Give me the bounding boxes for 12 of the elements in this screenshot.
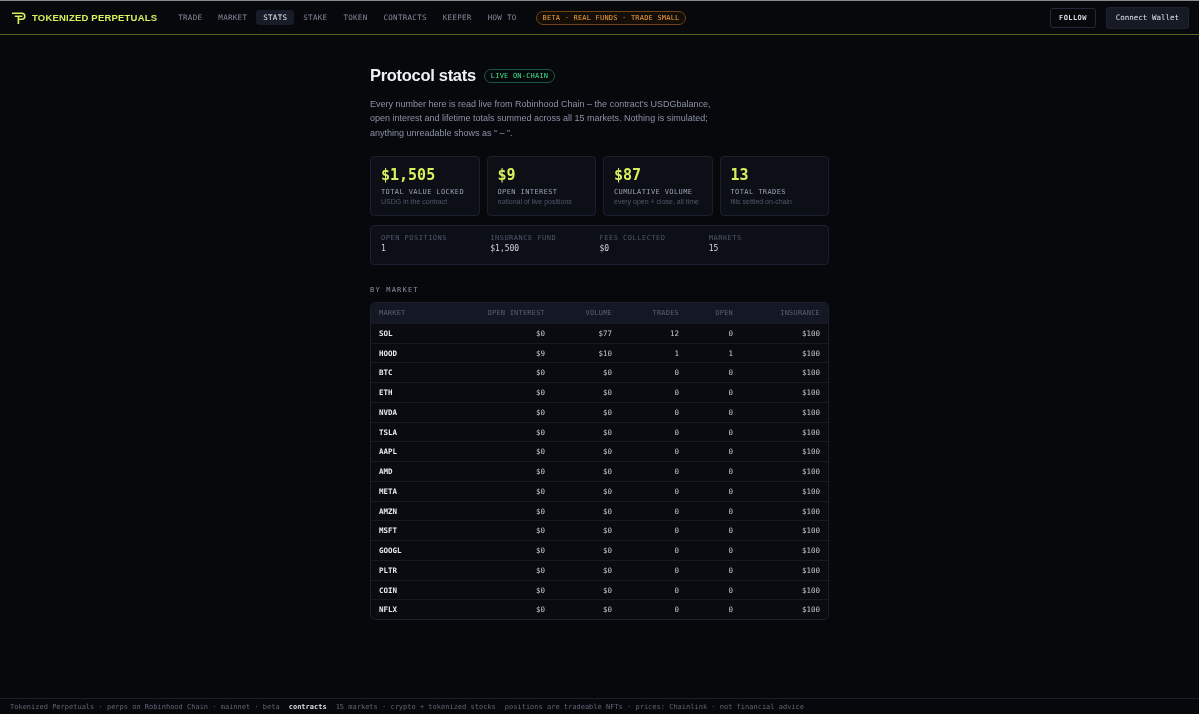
summary-value: 1 [381,243,387,253]
description-text: Every number here is read live from Robinhood Chain – the contract’s USDGbalance, open interest and lifetime totals summed across all 15 markets. Nothing is simulated; anything unreadable shows as “ – ”. [370,98,712,140]
logo-icon [12,11,26,24]
stat-value: $87 [614,165,643,184]
stat-value: $9 [497,165,517,184]
summary-value: $1,500 [490,243,521,253]
page-title: Protocol stats [370,66,476,85]
summary-value: 15 [708,243,720,253]
brand-name: TOKENIZED PERPETUALS [32,12,158,23]
stat-value: $1,505 [381,165,437,184]
summary-value: $0 [599,243,611,253]
stat-value: 13 [730,165,750,184]
